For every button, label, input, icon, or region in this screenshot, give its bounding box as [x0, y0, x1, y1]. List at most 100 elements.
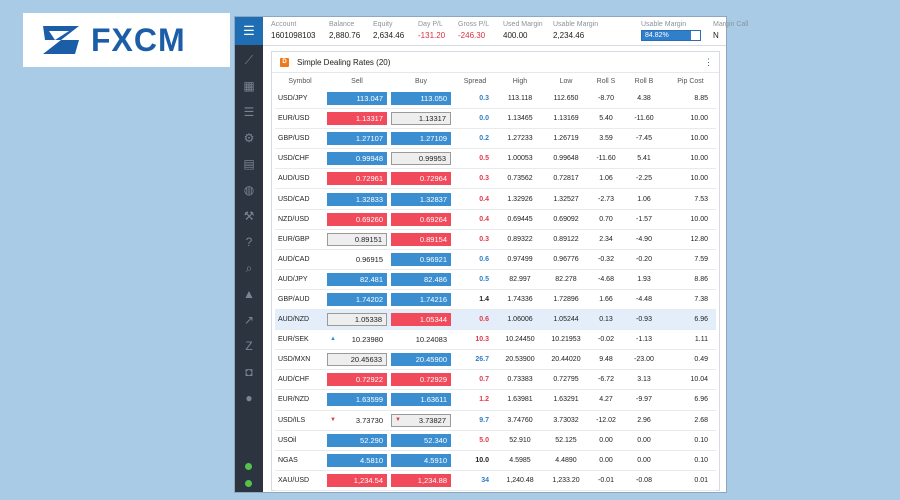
column-header-pip-cost[interactable]: Pip Cost	[665, 73, 716, 89]
grid-icon[interactable]: ▦	[242, 79, 256, 93]
sell-rate-button[interactable]: 1.05338	[327, 313, 387, 327]
column-header-buy[interactable]: Buy	[389, 73, 453, 89]
sell-rate-button[interactable]: 0.72922	[327, 373, 387, 387]
column-header-low[interactable]: Low	[543, 73, 589, 89]
table-row[interactable]: EUR/USD 1.13317 1.13317 0.0 1.13465 1.13169 5.…	[275, 108, 716, 130]
buy-rate-button[interactable]: 1.05344	[391, 313, 451, 327]
table-row[interactable]: USOil 52.290 52.340 5.0 52.910 52.125 0.00 0.00…	[275, 430, 716, 451]
sell-rate-button[interactable]: 0.89151	[327, 232, 387, 246]
table-row[interactable]: AUD/NZD 1.05338 1.05344 0.6 1.06006 1.05244 0.…	[275, 309, 716, 331]
buy-rate-button[interactable]: 1,234.88	[391, 473, 451, 487]
buy-rate-button[interactable]: 0.96921	[391, 252, 451, 266]
buy-rate-button[interactable]: 0.72964	[391, 172, 451, 186]
table-row[interactable]: GBP/AUD 1.74202 1.74216 1.4 1.74336 1.72896 1.…	[275, 289, 716, 311]
buy-rate-button[interactable]: 0.99953	[391, 152, 451, 166]
search-doc-icon[interactable]: ⌕	[242, 261, 256, 275]
buy-rate-button[interactable]: ▼ 3.73827	[391, 413, 451, 427]
buy-rate-button[interactable]: 1.74216	[391, 292, 451, 306]
column-header-high[interactable]: High	[497, 73, 543, 89]
spread-cell: 26.7	[453, 349, 497, 371]
column-header-spread[interactable]: Spread	[453, 73, 497, 89]
trend-icon[interactable]: ↗	[242, 313, 256, 327]
sell-rate-button[interactable]: 0.96915	[327, 253, 387, 266]
chart-line-icon[interactable]: ⟋	[242, 53, 256, 67]
buy-rate-button[interactable]: 1.63611	[391, 393, 451, 407]
panel-header: D Simple Dealing Rates (20) ⋮	[272, 52, 719, 73]
buy-rate-button[interactable]: 52.340	[391, 433, 451, 447]
sell-rate-button[interactable]: ▲ 10.23980	[327, 333, 387, 346]
sell-rate-button[interactable]: 113.047	[327, 92, 387, 106]
sell-rate-button[interactable]: 20.45633	[327, 353, 387, 367]
sell-rate-button[interactable]: 0.69260	[327, 212, 387, 226]
table-row[interactable]: USD/CHF 0.99948 0.99953 0.5 1.00053 0.99648 -1…	[275, 148, 716, 170]
sell-rate-button[interactable]: 1.27107	[327, 132, 387, 146]
column-header-symbol[interactable]: Symbol	[275, 73, 325, 89]
sell-rate-button[interactable]: 0.72961	[327, 172, 387, 186]
table-row[interactable]: NGAS 4.5810 4.5910 10.0 4.5985 4.4890 0.00 0.00…	[275, 450, 716, 471]
buy-rate-button[interactable]: 1.13317	[391, 112, 451, 126]
sell-rate-button[interactable]: 1.13317	[327, 112, 387, 126]
buy-rate-button[interactable]: 20.45900	[391, 353, 451, 367]
buy-rate-button[interactable]: 0.72929	[391, 373, 451, 387]
column-header-sell[interactable]: Sell	[325, 73, 389, 89]
buy-rate-button[interactable]: 82.486	[391, 272, 451, 286]
table-row[interactable]: USD/MXN 20.45633 20.45900 26.7 20.53900 20.44…	[275, 349, 716, 371]
fxcm-z-icon[interactable]: Z	[242, 339, 256, 353]
sell-rate-button[interactable]: 1.63599	[327, 393, 387, 407]
pip-cost-cell: 0.01	[665, 470, 716, 491]
table-row[interactable]: AUD/CHF 0.72922 0.72929 0.7 0.73383 0.72795 -6…	[275, 369, 716, 391]
buy-rate-button[interactable]: 113.050	[391, 92, 451, 106]
pip-cost-cell: 6.96	[665, 309, 716, 331]
buy-rate-button[interactable]: 1.32837	[391, 192, 451, 206]
sell-rate-button[interactable]: 1.74202	[327, 292, 387, 306]
symbol-cell: NZD/USD	[275, 209, 325, 230]
column-header-roll-s[interactable]: Roll S	[589, 73, 623, 89]
low-cell: 0.72817	[543, 168, 589, 190]
low-cell: 3.73032	[543, 410, 589, 431]
spread-cell: 0.0	[453, 108, 497, 130]
column-header-roll-b[interactable]: Roll B	[623, 73, 665, 89]
table-row[interactable]: AUD/USD 0.72961 0.72964 0.3 0.73562 0.72817 1.…	[275, 168, 716, 190]
table-row[interactable]: AUD/CAD 0.96915 0.96921 0.6 0.97499 0.96776 -0…	[275, 249, 716, 270]
user-icon[interactable]: ●	[242, 391, 256, 405]
tools-icon[interactable]: ⚒	[242, 209, 256, 223]
sell-rate-button[interactable]: 4.5810	[327, 453, 387, 467]
table-row[interactable]: GBP/USD 1.27107 1.27109 0.2 1.27233 1.26719 3.…	[275, 128, 716, 150]
rates-table: Symbol Sell Buy Spread High Low Roll S Roll B Pi…	[275, 73, 716, 491]
table-row[interactable]: XAU/USD 1,234.54 1,234.88 34 1,240.48 1,233.2…	[275, 470, 716, 491]
table-row[interactable]: USD/JPY 113.047 113.050 0.3 113.118 112.650 -8…	[275, 89, 716, 110]
buy-rate-button[interactable]: 4.5910	[391, 453, 451, 467]
table-row[interactable]: NZD/USD 0.69260 0.69264 0.4 0.69445 0.69092 0.…	[275, 209, 716, 230]
sell-rate-button[interactable]: 82.481	[327, 272, 387, 286]
sell-rate-button[interactable]: 0.99948	[327, 152, 387, 166]
table-row[interactable]: AUD/JPY 82.481 82.486 0.5 82.997 82.278 -4.68 1…	[275, 269, 716, 290]
buy-rate-button[interactable]: 0.89154	[391, 232, 451, 246]
more-options-icon[interactable]: ⋮	[704, 57, 713, 68]
panel-logo-icon: D	[280, 57, 289, 67]
graduation-icon[interactable]: ▲	[242, 287, 256, 301]
menu-icon[interactable]: ☰	[235, 17, 263, 45]
table-row[interactable]: USD/ILS ▼ 3.73730 ▼ 3.73827 9.7 3.74760 3.73032…	[275, 410, 716, 431]
list-icon[interactable]: ☰	[242, 105, 256, 119]
roll-b-cell: 5.41	[623, 148, 665, 170]
sell-rate-button[interactable]: ▼ 3.73730	[327, 414, 387, 427]
chat-icon[interactable]: ◘	[242, 365, 256, 379]
sell-rate-button[interactable]: 1,234.54	[327, 473, 387, 487]
help-icon[interactable]: ?	[242, 235, 256, 249]
sell-rate-button[interactable]: 1.32833	[327, 192, 387, 206]
symbol-cell: GBP/USD	[275, 128, 325, 150]
table-row[interactable]: USD/CAD 1.32833 1.32837 0.4 1.32926 1.32527 -2…	[275, 188, 716, 210]
table-row[interactable]: EUR/GBP 0.89151 0.89154 0.3 0.89322 0.89122 2.…	[275, 229, 716, 250]
table-row[interactable]: EUR/SEK ▲ 10.23980 10.24083 10.3 10.24450 10.2…	[275, 329, 716, 351]
fxcm-logo: FXCM	[23, 13, 230, 67]
buy-rate-button[interactable]: 10.24083	[391, 333, 451, 346]
pip-cost-cell: 0.49	[665, 349, 716, 371]
sell-rate-button[interactable]: 52.290	[327, 433, 387, 447]
high-cell: 0.97499	[497, 249, 543, 270]
table-row[interactable]: EUR/NZD 1.63599 1.63611 1.2 1.63981 1.63291 4.…	[275, 389, 716, 411]
buy-rate-button[interactable]: 0.69264	[391, 212, 451, 226]
gear-icon[interactable]: ⚙	[242, 131, 256, 145]
document-icon[interactable]: ▤	[242, 157, 256, 171]
buy-rate-button[interactable]: 1.27109	[391, 132, 451, 146]
globe-icon[interactable]: ◍	[242, 183, 256, 197]
